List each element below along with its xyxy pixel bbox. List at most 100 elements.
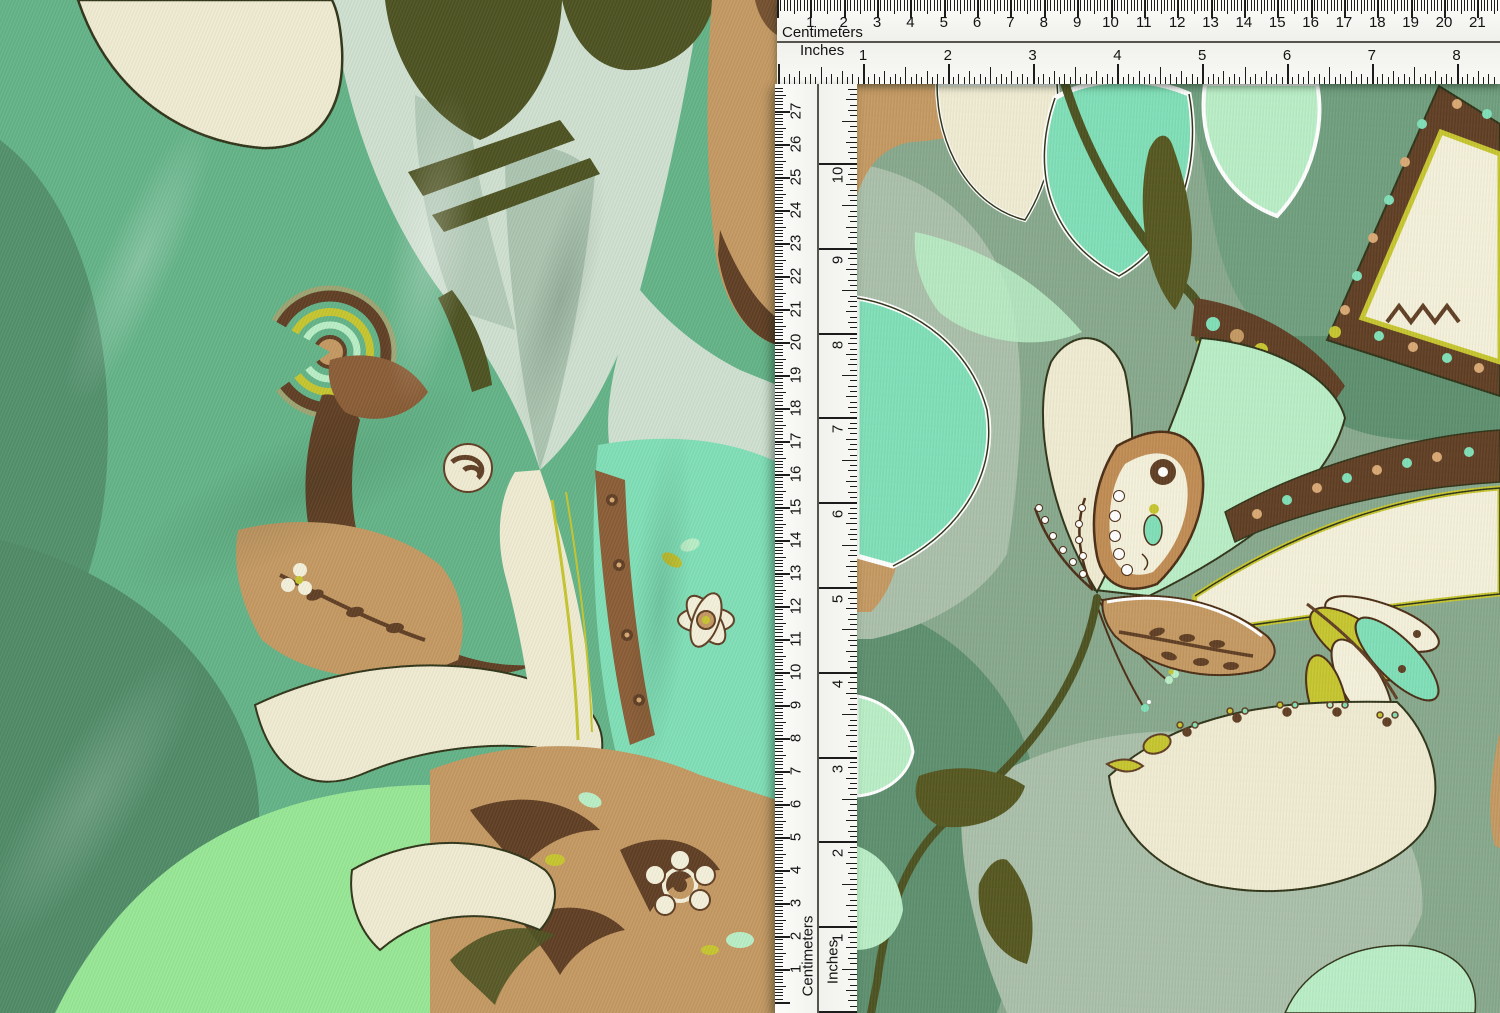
ruler-number: 9 — [1073, 15, 1081, 30]
ruler-tick — [846, 142, 857, 143]
ruler-tick — [775, 98, 783, 99]
ruler-tick — [775, 425, 786, 426]
ruler-tick — [848, 810, 857, 811]
ruler-tick — [1420, 77, 1421, 84]
ruler-tick — [775, 233, 783, 234]
ruler-number: 2 — [840, 15, 848, 30]
ruler-tick — [1261, 0, 1262, 14]
ruler-tick — [1157, 0, 1158, 11]
ruler-tick — [850, 147, 857, 148]
ruler-tick — [1467, 74, 1468, 84]
ruler-tick — [1017, 0, 1018, 11]
ruler-tick — [775, 923, 783, 924]
ruler-tick — [775, 467, 783, 468]
ruler-tick — [1151, 0, 1152, 11]
ruler-tick — [775, 187, 783, 188]
ruler-tick — [775, 494, 783, 495]
ruler-tick — [1251, 0, 1252, 11]
ruler-tick — [917, 0, 918, 11]
ruler-tick — [846, 523, 857, 524]
ruler-tick — [1070, 0, 1071, 11]
ruler-tick — [850, 879, 857, 880]
ruler-tick — [1356, 77, 1357, 84]
ruler-tick — [775, 725, 783, 726]
ruler-tick — [775, 213, 783, 214]
ruler-tick — [850, 497, 857, 498]
vertical-ruler-divider — [817, 84, 819, 1013]
ruler-tick — [1043, 74, 1044, 84]
ruler-tick — [775, 543, 783, 544]
ruler-tick — [1424, 0, 1425, 11]
ruler-tick — [1250, 77, 1251, 84]
ruler-tick — [775, 972, 783, 973]
ruler-tick — [850, 720, 857, 721]
ruler-tick — [1184, 0, 1185, 11]
ruler-tick — [775, 712, 783, 713]
ruler-tick — [810, 74, 811, 84]
ruler-tick — [1287, 64, 1289, 84]
vertical-inches-label: Inches — [826, 940, 841, 984]
ruler-tick — [850, 211, 857, 212]
ruler-tick — [775, 385, 783, 386]
ruler-number: 7 — [1368, 48, 1376, 63]
ruler-tick — [1144, 77, 1145, 84]
ruler-number: 4 — [789, 866, 804, 874]
ruler-tick — [775, 428, 783, 429]
ruler-tick — [996, 77, 997, 84]
ruler-tick — [1102, 77, 1103, 84]
ruler-tick — [1488, 74, 1489, 84]
ruler-tick — [775, 312, 783, 313]
ruler-tick — [850, 815, 857, 816]
ruler-tick — [848, 322, 857, 323]
ruler-tick — [1128, 74, 1129, 84]
ruler-tick — [980, 0, 981, 11]
ruler-tick — [775, 834, 783, 835]
ruler-tick — [784, 77, 785, 84]
ruler-tick — [1164, 0, 1165, 11]
ruler-tick — [874, 74, 875, 84]
ruler-number: 5 — [789, 833, 804, 841]
ruler-number: 10 — [789, 664, 804, 681]
ruler-tick — [775, 263, 783, 264]
ruler-number: 16 — [789, 466, 804, 483]
ruler-tick — [850, 667, 857, 668]
ruler-tick — [850, 826, 857, 827]
ruler-number: 16 — [1302, 15, 1319, 30]
ruler-tick — [775, 953, 786, 954]
ruler-tick — [848, 619, 857, 620]
ruler-tick — [1181, 71, 1182, 84]
ruler-tick — [775, 1002, 790, 1004]
ruler-tick — [1091, 77, 1092, 84]
ruler-tick — [848, 598, 857, 599]
ruler-tick — [775, 821, 786, 822]
ruler-tick — [848, 640, 857, 641]
ruler-tick — [819, 248, 857, 250]
ruler-tick — [775, 689, 786, 690]
ruler-tick — [1374, 0, 1375, 11]
ruler-tick — [930, 0, 931, 11]
ruler-tick — [848, 831, 857, 832]
ruler-tick — [846, 608, 857, 609]
ruler-tick — [775, 167, 783, 168]
ruler-tick — [1298, 74, 1299, 84]
ruler-number: 7 — [1006, 15, 1014, 30]
ruler-tick — [775, 966, 783, 967]
ruler-tick — [775, 774, 783, 775]
ruler-tick — [787, 0, 788, 11]
ruler-tick — [850, 751, 857, 752]
ruler-tick — [775, 619, 783, 620]
ruler-tick — [775, 797, 783, 798]
ruler-tick — [775, 959, 783, 960]
ruler-tick — [775, 95, 786, 96]
ruler-number: 21 — [1469, 15, 1486, 30]
ruler-tick — [775, 151, 783, 152]
ruler-tick — [775, 174, 783, 175]
ruler-tick — [1064, 74, 1065, 84]
ruler-tick — [842, 375, 857, 376]
ruler-tick — [1435, 71, 1436, 84]
ruler-tick — [1237, 0, 1238, 11]
ruler-tick — [1133, 77, 1134, 84]
ruler-tick — [1181, 0, 1182, 11]
ruler-number: 7 — [831, 425, 846, 433]
ruler-tick — [775, 497, 783, 498]
